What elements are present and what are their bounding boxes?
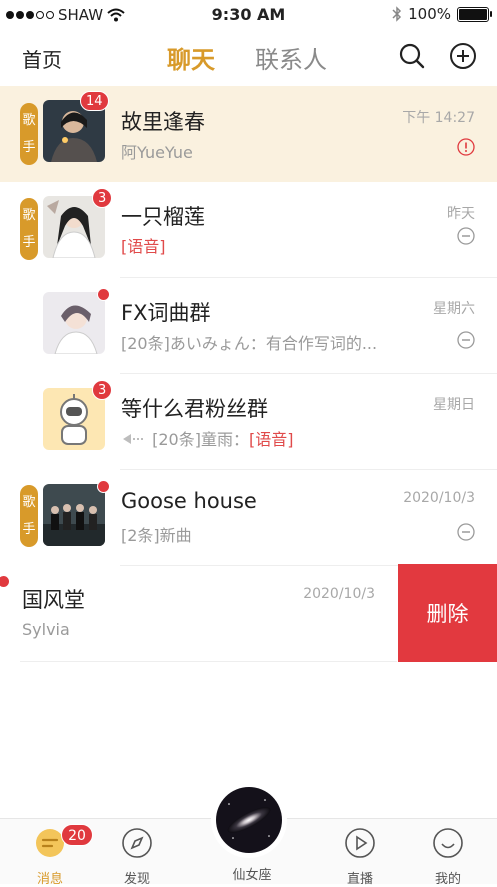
tab-discover[interactable]: 发现 bbox=[107, 827, 167, 887]
delete-button[interactable]: 删除 bbox=[398, 564, 497, 662]
conversation-row[interactable]: 歌手 14 故里逢春 阿YueYue 下午 14:27 bbox=[0, 86, 497, 182]
conversation-name: 国风堂 bbox=[22, 588, 85, 612]
conversation-row[interactable]: 3 等什么君粉丝群 [20条]童雨：[语音] 星期日 bbox=[0, 374, 497, 470]
tab-contacts[interactable]: 联系人 bbox=[255, 40, 327, 75]
conversation-time: 2020/10/3 bbox=[403, 490, 475, 506]
unread-badge: 3 bbox=[92, 188, 113, 208]
conversation-name: 一只榴莲 bbox=[121, 205, 205, 229]
unread-dot bbox=[97, 480, 110, 493]
conversation-preview: [20条]あいみょん：有合作写词的... bbox=[121, 334, 378, 353]
conversation-preview: [20条]童雨：[语音] bbox=[121, 426, 293, 450]
tab-messages-label: 消息 bbox=[36, 872, 63, 887]
messages-badge: 20 bbox=[61, 824, 93, 846]
play-icon bbox=[345, 828, 375, 858]
search-icon[interactable] bbox=[398, 42, 426, 70]
conversation-row[interactable]: 歌手 Goose house [2条]新曲 2020/10/3 bbox=[0, 470, 497, 566]
alert-icon bbox=[457, 138, 475, 156]
singer-tag: 歌手 bbox=[20, 198, 38, 260]
conversation-time: 星期六 bbox=[433, 301, 475, 317]
singer-tag: 歌手 bbox=[20, 103, 38, 165]
smile-icon bbox=[433, 828, 463, 858]
center-tab-button[interactable] bbox=[215, 786, 283, 854]
unread-dot bbox=[0, 575, 10, 588]
unread-badge: 3 bbox=[92, 380, 113, 400]
status-bar: SHAW 9:30 AM 100% bbox=[0, 0, 497, 30]
conversation-name: Goose house bbox=[121, 489, 257, 513]
muted-icon bbox=[457, 331, 475, 349]
top-nav: 首页 聊天 联系人 bbox=[0, 30, 497, 84]
conversation-time: 下午 14:27 bbox=[402, 110, 475, 126]
conversation-preview: Sylvia bbox=[22, 620, 70, 639]
tab-mine[interactable]: 我的 bbox=[418, 827, 478, 887]
tab-chat[interactable]: 聊天 bbox=[167, 40, 215, 75]
conversation-time: 昨天 bbox=[447, 206, 475, 222]
unread-dot bbox=[97, 288, 110, 301]
bluetooth-icon bbox=[392, 6, 402, 22]
battery-percent: 100% bbox=[408, 5, 451, 23]
row-divider bbox=[20, 661, 397, 662]
tab-live[interactable]: 直播 bbox=[330, 827, 390, 887]
tab-mine-label: 我的 bbox=[434, 872, 461, 887]
conversation-time: 星期日 bbox=[433, 397, 475, 413]
battery-icon bbox=[457, 6, 492, 22]
voice-icon bbox=[123, 434, 145, 444]
conversation-name: FX词曲群 bbox=[121, 301, 211, 325]
conversation-name: 故里逢春 bbox=[121, 110, 205, 134]
galaxy-icon bbox=[216, 787, 282, 853]
avatar[interactable] bbox=[43, 292, 105, 354]
tab-discover-label: 发现 bbox=[123, 872, 150, 887]
conversation-preview: [语音] bbox=[121, 237, 166, 256]
conversation-preview: [2条]新曲 bbox=[121, 526, 192, 545]
muted-icon bbox=[457, 227, 475, 245]
tab-live-label: 直播 bbox=[346, 872, 373, 887]
muted-icon bbox=[457, 523, 475, 541]
compass-icon bbox=[122, 828, 152, 858]
unread-badge: 14 bbox=[80, 91, 109, 111]
conversation-time: 2020/10/3 bbox=[303, 586, 375, 602]
add-icon[interactable] bbox=[449, 42, 477, 70]
status-right: 100% bbox=[392, 5, 492, 23]
conversation-row[interactable]: 歌手 3 一只榴莲 [语音] 昨天 bbox=[0, 182, 497, 278]
singer-tag: 歌手 bbox=[20, 485, 38, 547]
conversation-name: 等什么君粉丝群 bbox=[121, 397, 268, 421]
conversation-preview: 阿YueYue bbox=[121, 143, 193, 162]
tab-center-label: 仙女座 bbox=[232, 868, 272, 883]
avatar[interactable] bbox=[43, 484, 105, 546]
home-link[interactable]: 首页 bbox=[22, 44, 62, 73]
conversation-row[interactable]: FX词曲群 [20条]あいみょん：有合作写词的... 星期六 bbox=[0, 278, 497, 374]
